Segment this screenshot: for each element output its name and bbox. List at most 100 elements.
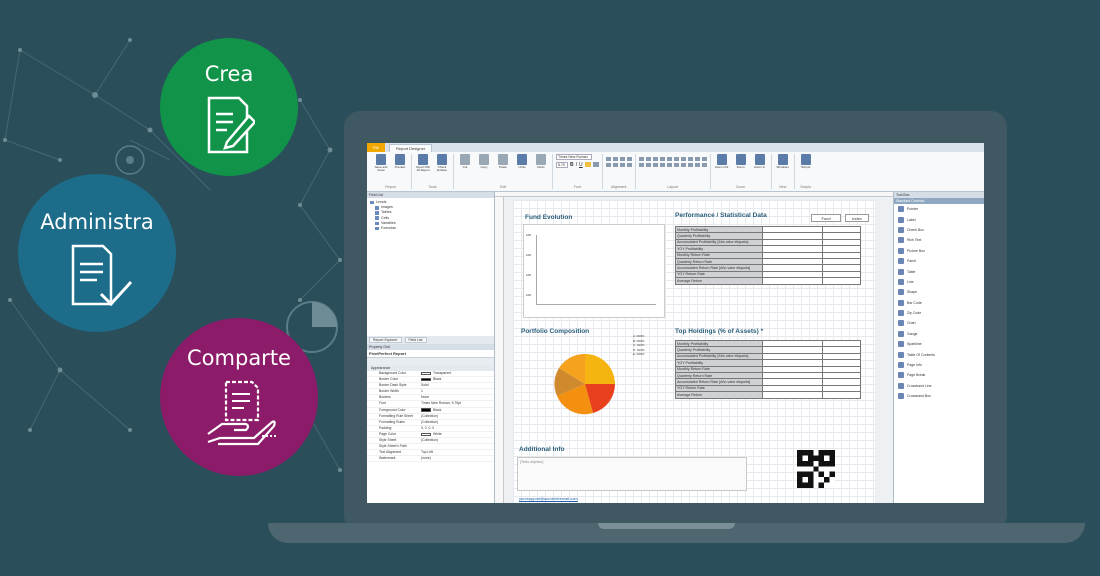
ribbon-group-report: Save and Close Preview Report — [370, 154, 412, 189]
redo-button[interactable]: Redo — [533, 154, 549, 169]
additional-info-textbox[interactable]: [Texto objetivo] — [517, 457, 747, 491]
fund-evolution-chart[interactable]: 100 100 100 100 — [523, 224, 665, 318]
check-entities-button[interactable]: Check Entities — [434, 154, 450, 173]
property-value[interactable]: (Collection) — [417, 420, 494, 425]
toolbox-item[interactable]: Page Info — [894, 360, 984, 370]
toolbox-item[interactable]: Table — [894, 266, 984, 276]
fund-column-header[interactable]: Fund — [811, 214, 841, 222]
table-row[interactable]: Average Return — [675, 277, 861, 285]
property-value[interactable]: (none) — [417, 456, 494, 461]
toolbox-item[interactable]: Panel — [894, 256, 984, 266]
property-value[interactable]: (Collection) — [417, 414, 494, 419]
undo-button[interactable]: Undo — [514, 154, 530, 169]
folder-icon — [375, 206, 379, 210]
italic-icon[interactable]: I — [576, 162, 577, 168]
field-list-item[interactable]: Formulas — [370, 226, 491, 231]
scripts-button[interactable]: Scripts — [798, 154, 814, 169]
fund-cell[interactable] — [762, 391, 823, 399]
support-email-link[interactable]: yoursupport@acmeinformail.com — [519, 496, 578, 501]
tab-field-list[interactable]: Field List — [404, 337, 427, 343]
toolbox-item[interactable]: Crossband Box — [894, 391, 984, 401]
toolbox-item[interactable]: Page Break — [894, 370, 984, 380]
toolbox-item[interactable]: Rich Text — [894, 235, 984, 245]
toolbox-item[interactable]: Bar Code — [894, 298, 984, 308]
performance-title[interactable]: Performance / Statistical Data — [675, 212, 767, 219]
zoom-in-button[interactable]: Zoom In — [752, 154, 768, 169]
toolbox-item[interactable]: Table Of Contents — [894, 349, 984, 359]
zoom-out-button[interactable]: Zoom Out — [714, 154, 730, 169]
property-value[interactable]: Black — [417, 377, 494, 382]
holdings-table[interactable]: Monthly Profitability Quarterly Profitabi… — [675, 339, 861, 399]
laptop-notch — [598, 523, 735, 529]
file-tab[interactable]: File — [367, 143, 385, 152]
import-icon — [418, 154, 428, 165]
fund-cell[interactable] — [762, 277, 823, 285]
portfolio-title[interactable]: Portfolio Composition — [521, 328, 589, 335]
report-page[interactable]: Fund Evolution 100 100 100 100 Performan… — [513, 200, 875, 503]
performance-table[interactable]: Monthly Profitability Quarterly Profitabi… — [675, 225, 861, 285]
toolbox-item[interactable]: Check Box — [894, 225, 984, 235]
toolbox-item-label: Crossband Line — [907, 383, 932, 388]
index-cell[interactable] — [822, 277, 861, 285]
toolbox-item[interactable]: Line — [894, 277, 984, 287]
report-designer-window: File Report Designer Save and Close Prev… — [367, 143, 984, 503]
property-value[interactable]: Times New Roman, 9.75pt — [417, 401, 494, 406]
designer-body: Field List Levels Images Tables Cells Va… — [367, 192, 984, 503]
windows-button[interactable]: Windows — [775, 154, 791, 169]
property-value-text: (Collection) — [421, 413, 439, 418]
font-size-select[interactable]: 8.75 — [556, 162, 568, 168]
toolbox-item[interactable]: Label — [894, 214, 984, 224]
property-value[interactable]: 1 — [417, 389, 494, 394]
scripts-icon — [800, 154, 811, 165]
tool-icon — [898, 278, 904, 285]
tool-icon — [898, 258, 904, 265]
ribbon-group-layout: Layout — [636, 154, 711, 189]
qr-code-icon[interactable] — [797, 450, 835, 488]
design-surface: Fund Evolution 100 100 100 100 Performan… — [495, 192, 893, 503]
align-center-icon[interactable] — [592, 162, 599, 167]
holdings-title[interactable]: Top Holdings (% of Assets) * — [675, 328, 763, 335]
tool-icon — [898, 310, 904, 317]
property-grid: PixelPerfect Report Appearance Backgroun… — [367, 350, 494, 503]
underline-icon[interactable]: U — [579, 162, 583, 168]
import-button[interactable]: Import INF 16 Report — [415, 154, 431, 173]
property-row[interactable]: Watermark (none) — [367, 456, 494, 463]
font-name-select[interactable]: Times New Roman — [556, 154, 592, 160]
toolbox-item[interactable]: Gauge — [894, 329, 984, 339]
index-cell[interactable] — [822, 391, 861, 399]
toolbox-item[interactable]: Crossband Line — [894, 381, 984, 391]
property-value[interactable]: Top Left — [417, 450, 494, 455]
toolbox-item[interactable]: Zip Code — [894, 308, 984, 318]
toolbox-item[interactable]: Sparkline — [894, 339, 984, 349]
zoom-button[interactable]: Zoom — [733, 154, 749, 169]
tab-report-explorer[interactable]: Report Explorer — [369, 337, 402, 343]
copy-button[interactable]: Copy — [476, 154, 492, 169]
property-value[interactable]: Transparent — [417, 371, 494, 376]
scissors-icon — [460, 154, 470, 165]
align-left-icon[interactable] — [584, 162, 591, 167]
table-row[interactable]: Average Return — [675, 391, 861, 399]
preview-button[interactable]: Preview — [392, 154, 408, 173]
save-and-close-button[interactable]: Save and Close — [373, 154, 389, 173]
toolbox-item[interactable]: Shape — [894, 287, 984, 297]
tab-report-designer[interactable]: Report Designer — [389, 144, 433, 152]
property-value[interactable]: Black — [417, 408, 494, 413]
cut-button[interactable]: Cut — [457, 154, 473, 169]
property-value[interactable] — [417, 444, 494, 449]
toolbox-item[interactable]: Pointer — [894, 204, 984, 214]
toolbox-item[interactable]: Chart — [894, 318, 984, 328]
additional-info-title[interactable]: Additional Info — [519, 446, 565, 453]
property-key: Formatting Rules — [379, 419, 405, 424]
fund-evolution-title[interactable]: Fund Evolution — [525, 214, 572, 221]
toolbox-item[interactable]: Picture Box — [894, 246, 984, 256]
property-value[interactable]: None — [417, 395, 494, 400]
property-value[interactable]: (Collection) — [417, 438, 494, 443]
index-column-header[interactable]: Index — [845, 214, 869, 222]
bold-icon[interactable]: B — [570, 162, 574, 168]
property-value[interactable]: 0, 0, 0, 0 — [417, 426, 494, 431]
paste-button[interactable]: Paste — [495, 154, 511, 169]
ribbon-group-view: Windows View — [772, 154, 795, 189]
property-value[interactable]: Solid — [417, 383, 494, 388]
property-object-select[interactable]: PixelPerfect Report — [367, 350, 494, 358]
property-value[interactable]: White — [417, 432, 494, 437]
